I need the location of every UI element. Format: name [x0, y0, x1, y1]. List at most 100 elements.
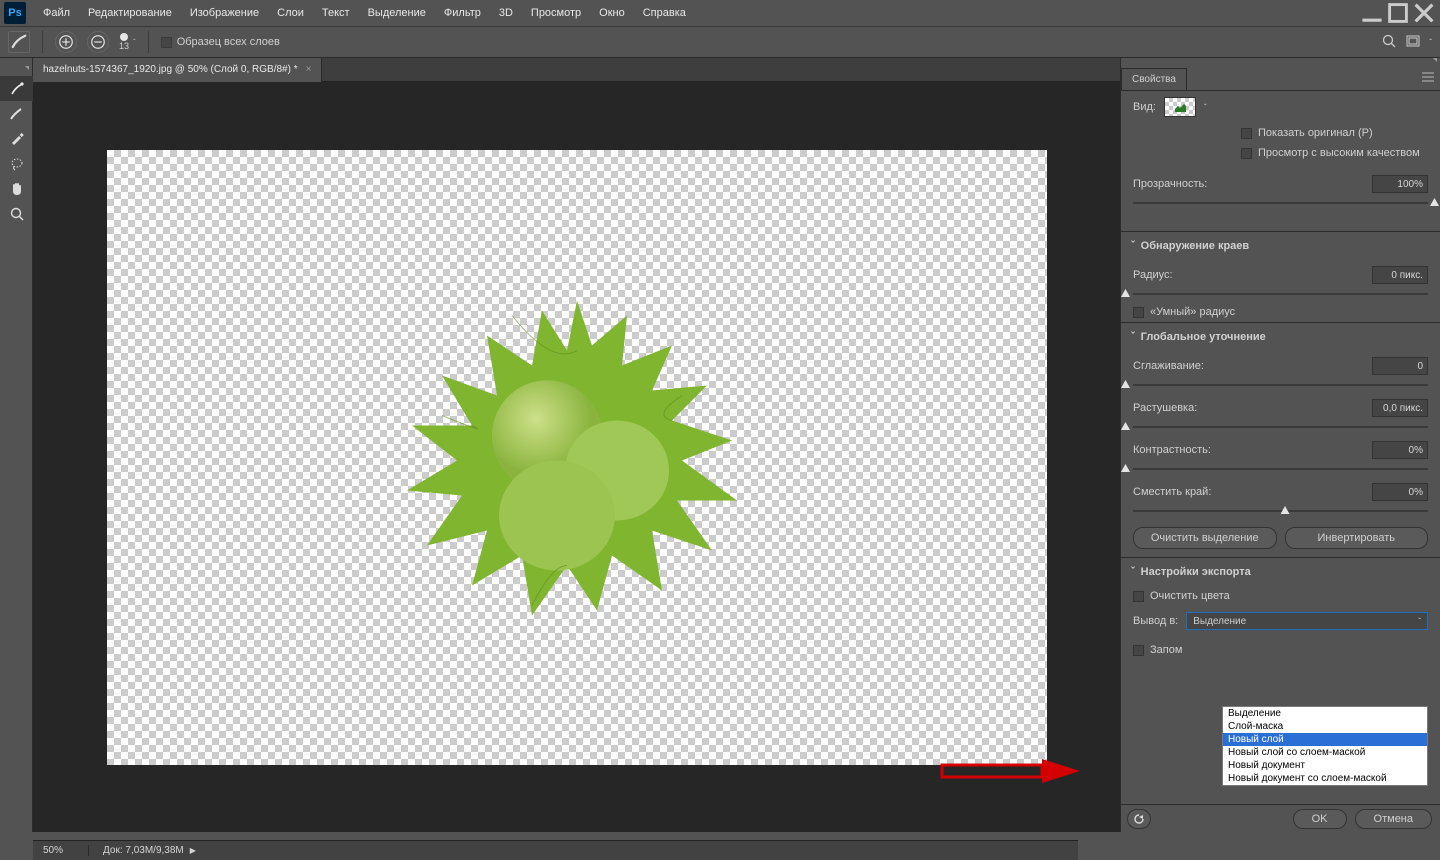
- high-quality-label: Просмотр с высоким качеством: [1258, 147, 1420, 159]
- checkbox-box: [161, 37, 172, 48]
- toolbar-flyout[interactable]: [0, 66, 32, 76]
- menu-window[interactable]: Окно: [590, 3, 634, 23]
- feather-slider[interactable]: [1121, 423, 1440, 435]
- menu-file[interactable]: Файл: [34, 3, 79, 23]
- document-tab[interactable]: hazelnuts-1574367_1920.jpg @ 50% (Слой 0…: [33, 58, 322, 82]
- opacity-input[interactable]: [1372, 175, 1428, 193]
- tool-preset-icon[interactable]: [8, 31, 30, 53]
- feather-input[interactable]: [1372, 399, 1428, 417]
- properties-panel: Свойства Вид: ˇ Показать оригинал (Р) Пр…: [1120, 58, 1440, 832]
- panel-menu-icon[interactable]: [1416, 68, 1440, 90]
- shift-label: Сместить край:: [1133, 486, 1211, 498]
- contrast-input[interactable]: [1372, 441, 1428, 459]
- checkbox-box[interactable]: [1241, 128, 1252, 139]
- section-edge-detection[interactable]: ˇ Обнаружение краев: [1121, 231, 1440, 260]
- close-tab-icon[interactable]: ×: [306, 64, 312, 75]
- menu-3d[interactable]: 3D: [490, 3, 522, 23]
- subtract-sample-icon[interactable]: [87, 31, 109, 53]
- menu-filter[interactable]: Фильтр: [435, 3, 490, 23]
- zoom-level[interactable]: 50%: [33, 845, 89, 856]
- add-sample-icon[interactable]: [55, 31, 77, 53]
- output-option[interactable]: Новый документ со слоем-маской: [1223, 772, 1427, 785]
- menu-edit[interactable]: Редактирование: [79, 3, 181, 23]
- view-swatch[interactable]: [1164, 97, 1196, 117]
- minimize-button[interactable]: [1360, 4, 1384, 22]
- panel-footer: OK Отмена: [1121, 804, 1440, 832]
- sample-all-layers-label: Образец всех слоев: [177, 36, 280, 48]
- document-area: hazelnuts-1574367_1920.jpg @ 50% (Слой 0…: [33, 58, 1120, 832]
- frame-icon[interactable]: [1405, 33, 1421, 52]
- invert-button[interactable]: Инвертировать: [1285, 527, 1429, 549]
- sample-all-layers-checkbox[interactable]: Образец всех слоев: [161, 36, 280, 48]
- output-option[interactable]: Выделение: [1223, 707, 1427, 720]
- lasso-tool[interactable]: [0, 151, 33, 176]
- zoom-tool[interactable]: [0, 201, 33, 226]
- brush-tool[interactable]: [0, 126, 33, 151]
- smooth-input[interactable]: [1372, 357, 1428, 375]
- brush-size-control[interactable]: 13 ˇ: [119, 33, 136, 51]
- refine-brush-tool[interactable]: [0, 101, 33, 126]
- output-dropdown[interactable]: Выделение ˇ: [1186, 612, 1428, 630]
- output-option[interactable]: Слой-маска: [1223, 720, 1427, 733]
- opacity-slider[interactable]: [1121, 199, 1440, 211]
- search-icon[interactable]: [1381, 33, 1397, 52]
- smart-radius-label: «Умный» радиус: [1150, 306, 1235, 318]
- hand-tool[interactable]: [0, 176, 33, 201]
- output-option[interactable]: Новый слой со слоем-маской: [1223, 746, 1427, 759]
- main-menu: Файл Редактирование Изображение Слои Тек…: [34, 3, 695, 23]
- clear-selection-button[interactable]: Очистить выделение: [1133, 527, 1277, 549]
- title-bar: Ps Файл Редактирование Изображение Слои …: [0, 0, 1440, 26]
- contrast-slider[interactable]: [1121, 465, 1440, 477]
- chevron-down-icon: ˇ: [1131, 566, 1135, 578]
- quick-select-tool[interactable]: [0, 76, 33, 101]
- section-export-settings[interactable]: ˇ Настройки экспорта: [1121, 557, 1440, 586]
- chevron-down-icon: ˇ: [1418, 617, 1421, 626]
- show-original-label: Показать оригинал (Р): [1258, 127, 1373, 139]
- output-option[interactable]: Новый слой: [1223, 733, 1427, 746]
- canvas-viewport[interactable]: [33, 82, 1120, 832]
- output-label: Вывод в:: [1133, 615, 1178, 627]
- chevron-down-icon: ˇ: [133, 38, 136, 47]
- brush-size-value: 13: [119, 41, 129, 51]
- chevron-right-icon[interactable]: ▶: [190, 846, 196, 855]
- checkbox-box[interactable]: [1241, 148, 1252, 159]
- document-tab-title: hazelnuts-1574367_1920.jpg @ 50% (Слой 0…: [43, 64, 298, 75]
- doc-size: Док: 7,03M/9,38M: [89, 845, 184, 856]
- ok-button[interactable]: OK: [1293, 809, 1347, 829]
- radius-input[interactable]: [1372, 266, 1428, 284]
- shift-slider[interactable]: [1121, 507, 1440, 519]
- output-dropdown-list: ВыделениеСлой-маскаНовый слойНовый слой …: [1222, 706, 1428, 786]
- app-logo: Ps: [4, 2, 26, 24]
- chevron-down-icon: ˇ: [1204, 103, 1207, 112]
- menu-view[interactable]: Просмотр: [522, 3, 590, 23]
- menu-image[interactable]: Изображение: [181, 3, 268, 23]
- chevron-down-icon: ˇ: [1131, 331, 1135, 343]
- status-bar: 50% Док: 7,03M/9,38M ▶: [33, 840, 1078, 860]
- panel-flyout[interactable]: [1121, 58, 1440, 68]
- reset-button[interactable]: [1127, 809, 1151, 829]
- shift-input[interactable]: [1372, 483, 1428, 501]
- checkbox-box[interactable]: [1133, 591, 1144, 602]
- chevron-down-icon: ˇ: [1429, 38, 1432, 47]
- feather-label: Растушевка:: [1133, 402, 1197, 414]
- radius-slider[interactable]: [1121, 290, 1440, 302]
- menu-select[interactable]: Выделение: [359, 3, 435, 23]
- output-value: Выделение: [1193, 616, 1246, 627]
- menu-help[interactable]: Справка: [634, 3, 695, 23]
- maximize-button[interactable]: [1386, 4, 1410, 22]
- menu-layers[interactable]: Слои: [268, 3, 313, 23]
- remember-label: Запом: [1150, 644, 1182, 656]
- smooth-slider[interactable]: [1121, 381, 1440, 393]
- close-button[interactable]: [1412, 4, 1436, 22]
- clean-colors-label: Очистить цвета: [1150, 590, 1230, 602]
- cancel-button[interactable]: Отмена: [1355, 809, 1432, 829]
- image-subject: [382, 276, 772, 639]
- properties-tab[interactable]: Свойства: [1121, 68, 1187, 90]
- canvas: [107, 150, 1047, 765]
- checkbox-box[interactable]: [1133, 645, 1144, 656]
- menu-text[interactable]: Текст: [313, 3, 359, 23]
- section-global-refine[interactable]: ˇ Глобальное уточнение: [1121, 322, 1440, 351]
- output-option[interactable]: Новый документ: [1223, 759, 1427, 772]
- checkbox-box[interactable]: [1133, 307, 1144, 318]
- tool-bar: [0, 58, 33, 832]
